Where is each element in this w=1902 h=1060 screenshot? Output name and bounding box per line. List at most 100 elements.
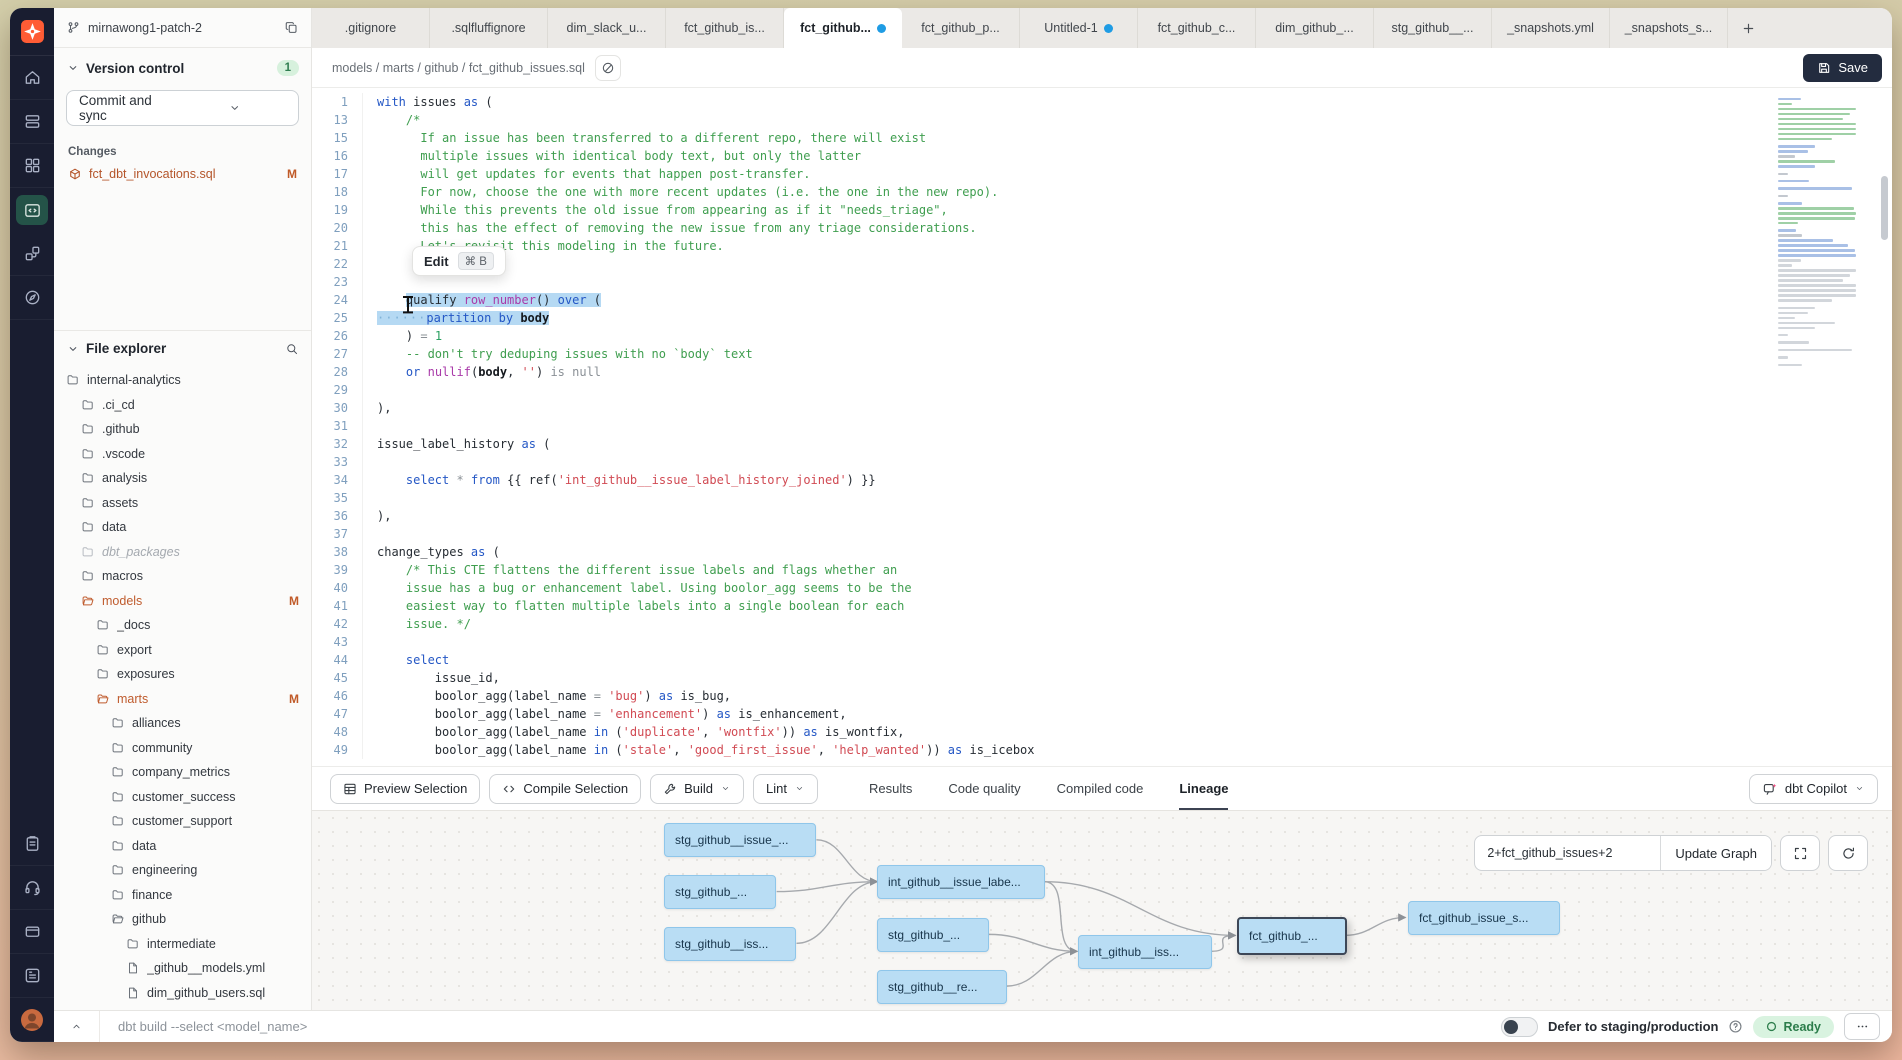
file-tree-item[interactable]: internal-analytics (54, 368, 311, 393)
refresh-graph-button[interactable] (1828, 835, 1868, 871)
save-button[interactable]: Save (1803, 54, 1882, 82)
minimap[interactable] (1778, 98, 1864, 369)
expand-command-bar-button[interactable] (54, 1011, 100, 1042)
version-control-header[interactable]: Version control 1 (54, 48, 311, 84)
code-line[interactable]: 47 boolor_agg(label_name = 'enhancement'… (312, 705, 1892, 723)
rail-item-clipboard[interactable] (10, 822, 54, 866)
code-line[interactable]: 20 this has the effect of removing the n… (312, 219, 1892, 237)
code-line[interactable]: 35 (312, 489, 1892, 507)
file-tree-item[interactable]: export (54, 638, 311, 663)
file-action-button[interactable] (595, 55, 621, 81)
lineage-node[interactable]: fct_github_... (1237, 917, 1347, 955)
file-tree-item[interactable]: intermediate (54, 932, 311, 957)
rail-item-code-window[interactable] (10, 188, 54, 232)
file-tree-item[interactable]: analysis (54, 466, 311, 491)
preview-selection-button[interactable]: Preview Selection (330, 774, 480, 804)
code-line[interactable]: 16 multiple issues with identical body t… (312, 147, 1892, 165)
code-line[interactable]: 32issue_label_history as ( (312, 435, 1892, 453)
code-line[interactable]: 44 select (312, 651, 1892, 669)
code-line[interactable]: 29 (312, 381, 1892, 399)
code-line[interactable]: 27 -- don't try deduping issues with no … (312, 345, 1892, 363)
build-button[interactable]: Build (650, 774, 744, 804)
code-line[interactable]: 25······partition by body (312, 309, 1892, 327)
editor-tab[interactable]: Untitled-1 (1020, 8, 1138, 48)
file-tree-item[interactable]: modelsM (54, 589, 311, 614)
help-icon[interactable] (1728, 1019, 1743, 1034)
file-tree-item[interactable]: community (54, 736, 311, 761)
more-options-button[interactable] (1844, 1013, 1880, 1040)
code-line[interactable]: 40 issue has a bug or enhancement label.… (312, 579, 1892, 597)
file-tree-item[interactable]: finance (54, 883, 311, 908)
file-explorer-header[interactable]: File explorer (54, 330, 311, 362)
code-line[interactable]: 21 Let's revisit this modeling in the fu… (312, 237, 1892, 255)
copy-branch-icon[interactable] (284, 20, 299, 35)
editor-tab[interactable]: fct_github_p... (902, 8, 1020, 48)
editor-tab[interactable]: .gitignore (312, 8, 430, 48)
defer-toggle[interactable] (1501, 1017, 1538, 1037)
code-line[interactable]: 28 or nullif(body, '') is null (312, 363, 1892, 381)
edit-popover[interactable]: Edit ⌘ B (412, 246, 506, 276)
rail-item-compass[interactable] (10, 276, 54, 320)
editor-tab[interactable]: dim_github_... (1256, 8, 1374, 48)
code-line[interactable]: 17 will get updates for events that happ… (312, 165, 1892, 183)
code-line[interactable]: 37 (312, 525, 1892, 543)
result-tab-compiled-code[interactable]: Compiled code (1057, 767, 1144, 810)
file-tree-item[interactable]: martsM (54, 687, 311, 712)
rail-item-link[interactable] (10, 232, 54, 276)
editor-tab[interactable]: fct_github_is... (666, 8, 784, 48)
editor-tab[interactable]: .sqlfluffignore (430, 8, 548, 48)
code-line[interactable]: 13 /* (312, 111, 1892, 129)
lineage-node[interactable]: stg_github_... (877, 918, 989, 952)
file-tree-item[interactable]: .vscode (54, 442, 311, 467)
file-tree-item[interactable]: customer_support (54, 809, 311, 834)
file-tree-item[interactable]: dbt_packages (54, 540, 311, 565)
dbt-command-input[interactable] (100, 1011, 1501, 1042)
lineage-node[interactable]: int_github__issue_labe... (877, 865, 1045, 899)
file-tree-item[interactable]: engineering (54, 858, 311, 883)
lineage-node[interactable]: stg_github_... (664, 875, 776, 909)
fullscreen-button[interactable] (1780, 835, 1820, 871)
file-tree-item[interactable]: _docs (54, 613, 311, 638)
code-line[interactable]: 22 (312, 255, 1892, 273)
file-tree-item[interactable]: company_metrics (54, 760, 311, 785)
code-line[interactable]: 48 boolor_agg(label_name in ('duplicate'… (312, 723, 1892, 741)
code-line[interactable]: 34 select * from {{ ref('int_github__iss… (312, 471, 1892, 489)
file-tree-item[interactable]: macros (54, 564, 311, 589)
dbt-copilot-button[interactable]: dbt Copilot (1749, 774, 1878, 804)
code-line[interactable]: 43 (312, 633, 1892, 651)
code-line[interactable]: 30), (312, 399, 1892, 417)
result-tab-lineage[interactable]: Lineage (1179, 767, 1228, 810)
lineage-node[interactable]: fct_github_issue_s... (1408, 901, 1560, 935)
lineage-node[interactable]: stg_github__iss... (664, 927, 796, 961)
code-line[interactable]: 42 issue. */ (312, 615, 1892, 633)
editor-tab[interactable]: dim_slack_u... (548, 8, 666, 48)
file-tree-item[interactable]: data (54, 515, 311, 540)
rail-item-appbook[interactable] (10, 954, 54, 998)
rail-item-avatar[interactable] (10, 998, 54, 1042)
code-line[interactable]: 24 qualify row_number() over ( (312, 291, 1892, 309)
code-line[interactable]: 33 (312, 453, 1892, 471)
code-line[interactable]: 49 boolor_agg(label_name in ('stale', 'g… (312, 741, 1892, 759)
commit-and-sync-button[interactable]: Commit and sync (66, 90, 299, 126)
search-icon[interactable] (285, 342, 299, 356)
scrollbar-thumb[interactable] (1881, 176, 1888, 240)
editor-tab[interactable]: _snapshots_s... (1610, 8, 1728, 48)
code-line[interactable]: 26 ) = 1 (312, 327, 1892, 345)
rail-item-stack[interactable] (10, 100, 54, 144)
editor-tab[interactable]: fct_github_c... (1138, 8, 1256, 48)
file-tree-item[interactable]: dim_github_users.sql (54, 981, 311, 1006)
code-editor[interactable]: Edit ⌘ B 1with issues as (13 /*15 If an … (312, 88, 1892, 766)
rail-item-headset[interactable] (10, 866, 54, 910)
code-line[interactable]: 31 (312, 417, 1892, 435)
rail-item-logo[interactable] (10, 8, 54, 56)
lineage-node[interactable]: stg_github__re... (877, 970, 1007, 1004)
file-tree-item[interactable]: exposures (54, 662, 311, 687)
file-tree-item[interactable]: github (54, 907, 311, 932)
editor-scrollbar[interactable] (1880, 88, 1889, 766)
code-line[interactable]: 36), (312, 507, 1892, 525)
rail-item-home[interactable] (10, 56, 54, 100)
code-line[interactable]: 39 /* This CTE flattens the different is… (312, 561, 1892, 579)
code-line[interactable]: 41 easiest way to flatten multiple label… (312, 597, 1892, 615)
file-tree-item[interactable]: .github (54, 417, 311, 442)
editor-tab[interactable]: _snapshots.yml (1492, 8, 1610, 48)
